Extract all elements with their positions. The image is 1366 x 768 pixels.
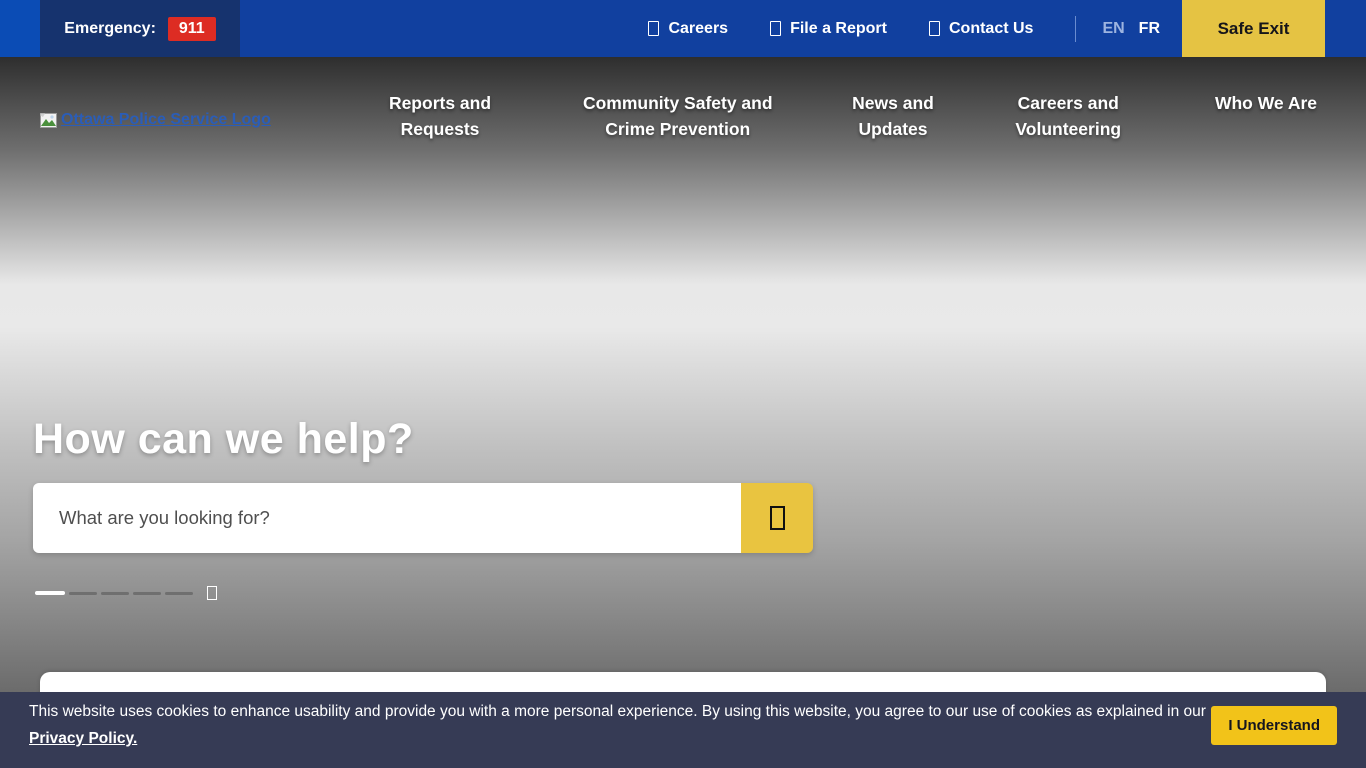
language-toggle-en[interactable]: EN	[1102, 20, 1124, 38]
cookie-message: This website uses cookies to enhance usa…	[29, 698, 1209, 752]
emergency-911-badge: 911	[168, 17, 216, 41]
nav-menu: Reports and Requests Community Safety an…	[365, 90, 1341, 142]
language-toggle-fr[interactable]: FR	[1139, 20, 1160, 38]
file-report-icon	[770, 21, 781, 36]
carousel-indicator[interactable]	[35, 591, 65, 595]
search-button[interactable]	[741, 483, 813, 553]
page-title: How can we help?	[33, 415, 414, 464]
cookie-consent-banner: This website uses cookies to enhance usa…	[0, 692, 1366, 768]
topbar-left-accent	[0, 0, 40, 57]
top-utility-bar: Emergency: 911 Careers File a Report Con…	[0, 0, 1366, 57]
carousel-indicator[interactable]	[69, 592, 97, 595]
careers-icon	[648, 21, 659, 36]
nav-item-reports-and-requests[interactable]: Reports and Requests	[365, 90, 515, 142]
cookie-message-text: This website uses cookies to enhance usa…	[29, 703, 1206, 720]
nav-item-careers-and-volunteering[interactable]: Careers and Volunteering	[1001, 90, 1136, 142]
file-report-link-label: File a Report	[790, 20, 887, 38]
contact-us-link-label: Contact Us	[949, 20, 1033, 38]
broken-image-icon	[40, 113, 57, 128]
main-navigation: Ottawa Police Service Logo Reports and R…	[0, 57, 1366, 177]
nav-item-community-safety[interactable]: Community Safety and Crime Prevention	[570, 90, 785, 142]
carousel-controls	[35, 586, 217, 600]
safe-exit-button[interactable]: Safe Exit	[1182, 0, 1325, 57]
nav-item-who-we-are[interactable]: Who We Are	[1191, 90, 1341, 116]
carousel-indicator[interactable]	[165, 592, 193, 595]
site-search	[33, 483, 813, 553]
contact-us-icon	[929, 21, 940, 36]
language-divider	[1075, 16, 1076, 42]
search-icon	[770, 506, 785, 530]
logo-alt-text: Ottawa Police Service Logo	[61, 111, 271, 129]
i-understand-button[interactable]: I Understand	[1211, 706, 1337, 745]
carousel-indicator[interactable]	[133, 592, 161, 595]
careers-link-label: Careers	[668, 20, 728, 38]
topbar-right-group: Careers File a Report Contact Us EN FR S…	[648, 0, 1366, 57]
emergency-callout: Emergency: 911	[40, 0, 240, 57]
file-a-report-link[interactable]: File a Report	[770, 20, 887, 38]
careers-link[interactable]: Careers	[648, 20, 728, 38]
carousel-indicator[interactable]	[101, 592, 129, 595]
privacy-policy-link[interactable]: Privacy Policy.	[29, 730, 137, 747]
contact-us-link[interactable]: Contact Us	[929, 20, 1033, 38]
nav-item-news-and-updates[interactable]: News and Updates	[841, 90, 946, 142]
ottawa-police-logo-link[interactable]: Ottawa Police Service Logo	[40, 111, 271, 129]
emergency-label: Emergency:	[64, 20, 156, 38]
search-input[interactable]	[33, 483, 741, 553]
carousel-pause-icon[interactable]	[207, 586, 217, 600]
